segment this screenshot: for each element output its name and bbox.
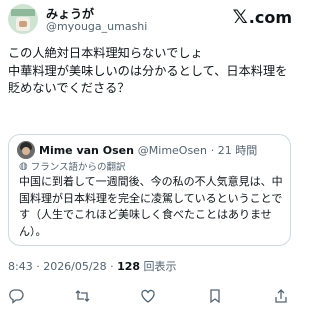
- views-count: 128: [117, 260, 141, 273]
- avatar-sign: [11, 9, 35, 16]
- bookmark-icon[interactable]: [205, 286, 225, 306]
- quote-text: 中国に到着して一週間後、今の私の不人気意見は、中 国料理が日本料理を完全に凌駕し…: [19, 175, 283, 238]
- tweet-text: この人絶対日本料理知らないでしょ 中華料理が美味しいのは分かるとして、日本料理を…: [8, 46, 288, 95]
- logo-text: .com: [248, 7, 292, 27]
- x-icon: 𝕏: [232, 6, 248, 28]
- avatar-face: [19, 21, 27, 27]
- tweet-meta: 8:43 · 2026/05/28 · 128 回表示: [8, 258, 177, 274]
- views-label: 回表示: [140, 260, 177, 273]
- reply-icon[interactable]: [6, 286, 26, 306]
- tweet-header: みょうが @myouga_umashi 𝕏 .com: [8, 4, 292, 36]
- quote-display-name: Mime van Osen: [39, 144, 134, 157]
- action-bar: [0, 286, 300, 306]
- quote-handle: @MimeOsen: [137, 144, 207, 157]
- retweet-icon[interactable]: [72, 286, 92, 306]
- globe-icon: ◍: [19, 160, 28, 172]
- share-icon[interactable]: [271, 286, 291, 306]
- quote-author: Mime van Osen @MimeOsen · 21 時間: [39, 142, 257, 158]
- translation-text: フランス語からの翻訳: [30, 162, 126, 173]
- timestamp: 8:43 · 2026/05/28 ·: [8, 260, 118, 273]
- x-logo: 𝕏 .com: [232, 6, 292, 28]
- user-handle[interactable]: @myouga_umashi: [46, 20, 147, 33]
- user-avatar[interactable]: [8, 4, 38, 34]
- avatar-face: [22, 147, 30, 155]
- quoted-tweet[interactable]: Mime van Osen @MimeOsen · 21 時間 ◍ フランス語か…: [8, 134, 291, 246]
- quote-avatar: [17, 141, 35, 159]
- like-icon[interactable]: [138, 286, 158, 306]
- translation-label: ◍ フランス語からの翻訳: [19, 159, 126, 174]
- quote-time: · 21 時間: [210, 144, 258, 157]
